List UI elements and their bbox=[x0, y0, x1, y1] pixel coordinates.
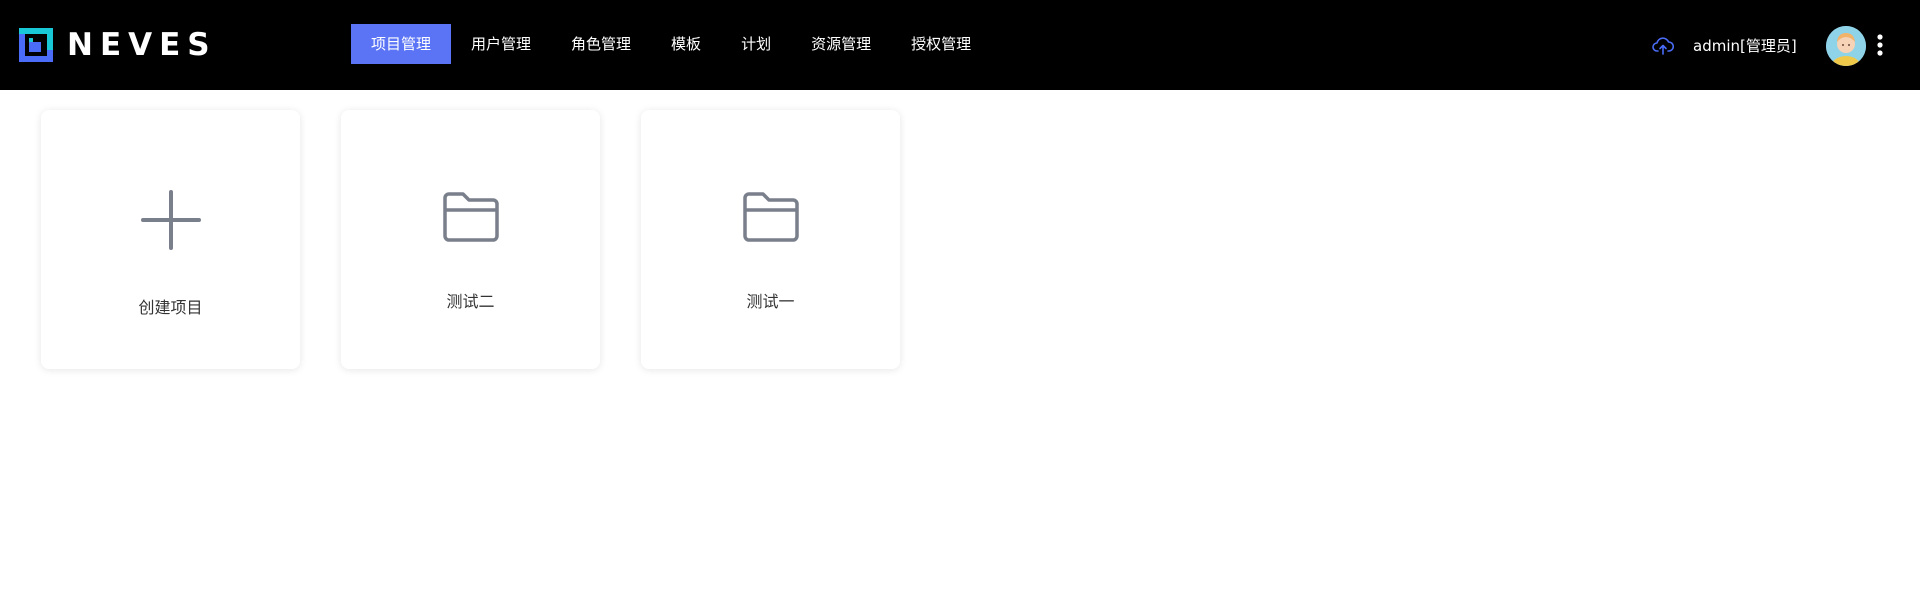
nav-item-plan[interactable]: 计划 bbox=[721, 24, 791, 64]
nav-item-role-management[interactable]: 角色管理 bbox=[551, 24, 651, 64]
current-user-label[interactable]: admin[管理员] bbox=[1693, 36, 1797, 56]
neves-logo-icon bbox=[19, 28, 53, 62]
nav-item-license-management[interactable]: 授权管理 bbox=[891, 24, 991, 64]
nav-item-resource-management[interactable]: 资源管理 bbox=[791, 24, 891, 64]
plus-icon bbox=[140, 190, 201, 250]
card-label: 测试二 bbox=[446, 292, 495, 311]
project-card[interactable]: 测试二 bbox=[341, 110, 600, 369]
folder-icon bbox=[442, 192, 499, 242]
user-avatar-icon bbox=[1826, 26, 1866, 66]
brand-logo[interactable]: NEVES bbox=[19, 28, 217, 62]
create-project-card[interactable]: 创建项目 bbox=[41, 110, 300, 369]
card-label: 测试一 bbox=[746, 292, 795, 311]
cloud-upload-icon[interactable] bbox=[1652, 36, 1674, 56]
project-card[interactable]: 测试一 bbox=[641, 110, 900, 369]
brand-name: NEVES bbox=[67, 27, 217, 63]
nav-item-user-management[interactable]: 用户管理 bbox=[451, 24, 551, 64]
nav-item-project-management[interactable]: 项目管理 bbox=[351, 24, 452, 64]
folder-icon bbox=[742, 192, 799, 242]
main-nav: 项目管理 用户管理 角色管理 模板 计划 资源管理 授权管理 bbox=[351, 24, 991, 64]
more-vertical-icon[interactable] bbox=[1876, 34, 1884, 56]
card-label: 创建项目 bbox=[138, 298, 203, 317]
nav-item-template[interactable]: 模板 bbox=[651, 24, 721, 64]
avatar[interactable] bbox=[1826, 26, 1866, 66]
top-navigation-bar: NEVES 项目管理 用户管理 角色管理 模板 计划 资源管理 授权管理 adm… bbox=[0, 0, 1920, 90]
